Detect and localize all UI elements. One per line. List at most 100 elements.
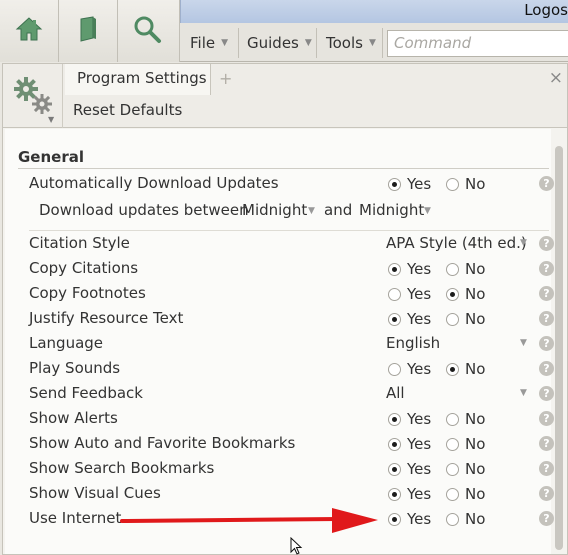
- help-icon[interactable]: ?: [539, 286, 554, 301]
- radio-yes[interactable]: Yes: [388, 485, 431, 503]
- download-window-row: Download updates between Midnight ▼ and …: [3, 199, 549, 223]
- mouse-cursor-icon: [290, 537, 303, 555]
- radio-yes[interactable]: Yes: [388, 460, 431, 478]
- chevron-down-icon: ▼: [520, 238, 527, 248]
- scrollbar[interactable]: [555, 146, 563, 550]
- language-select[interactable]: English: [386, 334, 440, 352]
- radio-no[interactable]: No: [446, 260, 485, 278]
- help-icon[interactable]: ?: [539, 361, 554, 376]
- book-icon: [80, 16, 96, 42]
- setting-row: Play Sounds Yes No ?: [3, 357, 554, 381]
- setting-row: Language English ▼ ?: [3, 332, 554, 356]
- radio-group: Yes No: [388, 458, 508, 480]
- radio-yes[interactable]: Yes: [388, 310, 431, 328]
- send-feedback-select[interactable]: All: [386, 384, 405, 402]
- radio-yes[interactable]: Yes: [388, 410, 431, 428]
- help-icon[interactable]: ?: [539, 336, 554, 351]
- menu-tools-label: Tools: [326, 34, 363, 52]
- help-icon[interactable]: ?: [539, 261, 554, 276]
- menu-tools[interactable]: Tools ▼: [326, 26, 376, 60]
- setting-row: Show Auto and Favorite Bookmarks Yes No …: [3, 432, 554, 456]
- panel-menu-button[interactable]: ▼: [3, 64, 63, 128]
- setting-label: Copy Citations: [29, 259, 139, 277]
- chevron-down-icon: ▼: [368, 38, 376, 48]
- setting-label: Justify Resource Text: [29, 309, 184, 327]
- setting-label: Show Search Bookmarks: [29, 459, 215, 477]
- setting-label: Automatically Download Updates: [29, 174, 279, 192]
- download-end-select[interactable]: Midnight: [359, 201, 424, 219]
- section-title: General: [18, 148, 84, 166]
- add-tab-icon[interactable]: +: [219, 69, 232, 88]
- chevron-down-icon: ▼: [520, 388, 527, 398]
- setting-row: Copy Footnotes Yes No ?: [3, 282, 554, 306]
- divider: [29, 230, 549, 231]
- setting-row: Show Search Bookmarks Yes No ?: [3, 457, 554, 481]
- library-button[interactable]: [59, 0, 118, 62]
- radio-yes[interactable]: Yes: [388, 510, 431, 528]
- help-icon[interactable]: ?: [539, 461, 554, 476]
- help-icon[interactable]: ?: [539, 236, 554, 251]
- radio-yes[interactable]: Yes: [388, 260, 431, 278]
- chevron-down-icon: ▼: [48, 115, 55, 124]
- radio-yes[interactable]: Yes: [388, 175, 431, 193]
- setting-row: Show Alerts Yes No ?: [3, 407, 554, 431]
- radio-no[interactable]: No: [446, 510, 485, 528]
- chevron-down-icon: ▼: [520, 338, 527, 348]
- radio-yes[interactable]: Yes: [388, 360, 431, 378]
- download-window-label: Download updates between: [39, 201, 249, 219]
- help-icon[interactable]: ?: [539, 511, 554, 526]
- help-icon[interactable]: ?: [539, 386, 554, 401]
- setting-label: Show Alerts: [29, 409, 118, 427]
- radio-no[interactable]: No: [446, 410, 485, 428]
- radio-group: Yes No: [388, 283, 508, 305]
- setting-row: Citation Style APA Style (4th ed.) ▼ ?: [3, 232, 554, 256]
- menu-guides[interactable]: Guides ▼: [247, 26, 312, 60]
- reset-defaults-button[interactable]: Reset Defaults: [73, 101, 182, 119]
- radio-no[interactable]: No: [446, 485, 485, 503]
- divider: [18, 168, 549, 169]
- setting-label: Show Auto and Favorite Bookmarks: [29, 434, 296, 452]
- chevron-down-icon: ▼: [304, 38, 312, 48]
- menu-guides-label: Guides: [247, 34, 299, 52]
- radio-group: Yes No: [388, 308, 508, 330]
- radio-no[interactable]: No: [446, 460, 485, 478]
- close-icon[interactable]: ×: [549, 68, 563, 88]
- help-icon[interactable]: ?: [539, 411, 554, 426]
- menu-file[interactable]: File ▼: [190, 26, 228, 60]
- setting-row: Show Visual Cues Yes No ?: [3, 482, 554, 506]
- chevron-down-icon: ▼: [221, 38, 229, 48]
- help-icon[interactable]: ?: [539, 311, 554, 326]
- home-button[interactable]: [0, 0, 59, 62]
- radio-no[interactable]: No: [446, 175, 485, 193]
- help-icon[interactable]: ?: [539, 486, 554, 501]
- radio-group: Yes No: [388, 258, 508, 280]
- radio-no[interactable]: No: [446, 435, 485, 453]
- setting-label: Language: [29, 334, 104, 352]
- radio-yes[interactable]: Yes: [388, 435, 431, 453]
- radio-group: Yes No: [388, 508, 508, 530]
- search-icon: [134, 16, 161, 43]
- setting-label: Use Internet: [29, 509, 122, 527]
- radio-no[interactable]: No: [446, 285, 485, 303]
- help-icon[interactable]: ?: [539, 176, 554, 191]
- radio-group: Yes No: [388, 433, 508, 455]
- title-bar: Logos: [180, 0, 568, 23]
- setting-row: Automatically Download Updates Yes No ?: [3, 172, 554, 196]
- setting-label: Copy Footnotes: [29, 284, 146, 302]
- radio-yes[interactable]: Yes: [388, 285, 431, 303]
- citation-style-select[interactable]: APA Style (4th ed.): [386, 234, 527, 252]
- command-input[interactable]: Command: [387, 30, 568, 57]
- setting-row: Justify Resource Text Yes No ?: [3, 307, 554, 331]
- search-button[interactable]: [118, 0, 180, 62]
- download-start-select[interactable]: Midnight: [242, 201, 307, 219]
- program-settings-panel: ▼ Program Settings + × Reset Defaults Ge…: [2, 63, 568, 555]
- help-icon[interactable]: ?: [539, 436, 554, 451]
- radio-no[interactable]: No: [446, 310, 485, 328]
- setting-label: Citation Style: [29, 234, 130, 252]
- menu-file-label: File: [190, 34, 216, 52]
- tab-program-settings[interactable]: Program Settings: [65, 64, 211, 95]
- radio-no[interactable]: No: [446, 360, 485, 378]
- gear-icon: [14, 77, 52, 114]
- setting-label: Play Sounds: [29, 359, 121, 377]
- radio-group: Yes No: [388, 358, 508, 380]
